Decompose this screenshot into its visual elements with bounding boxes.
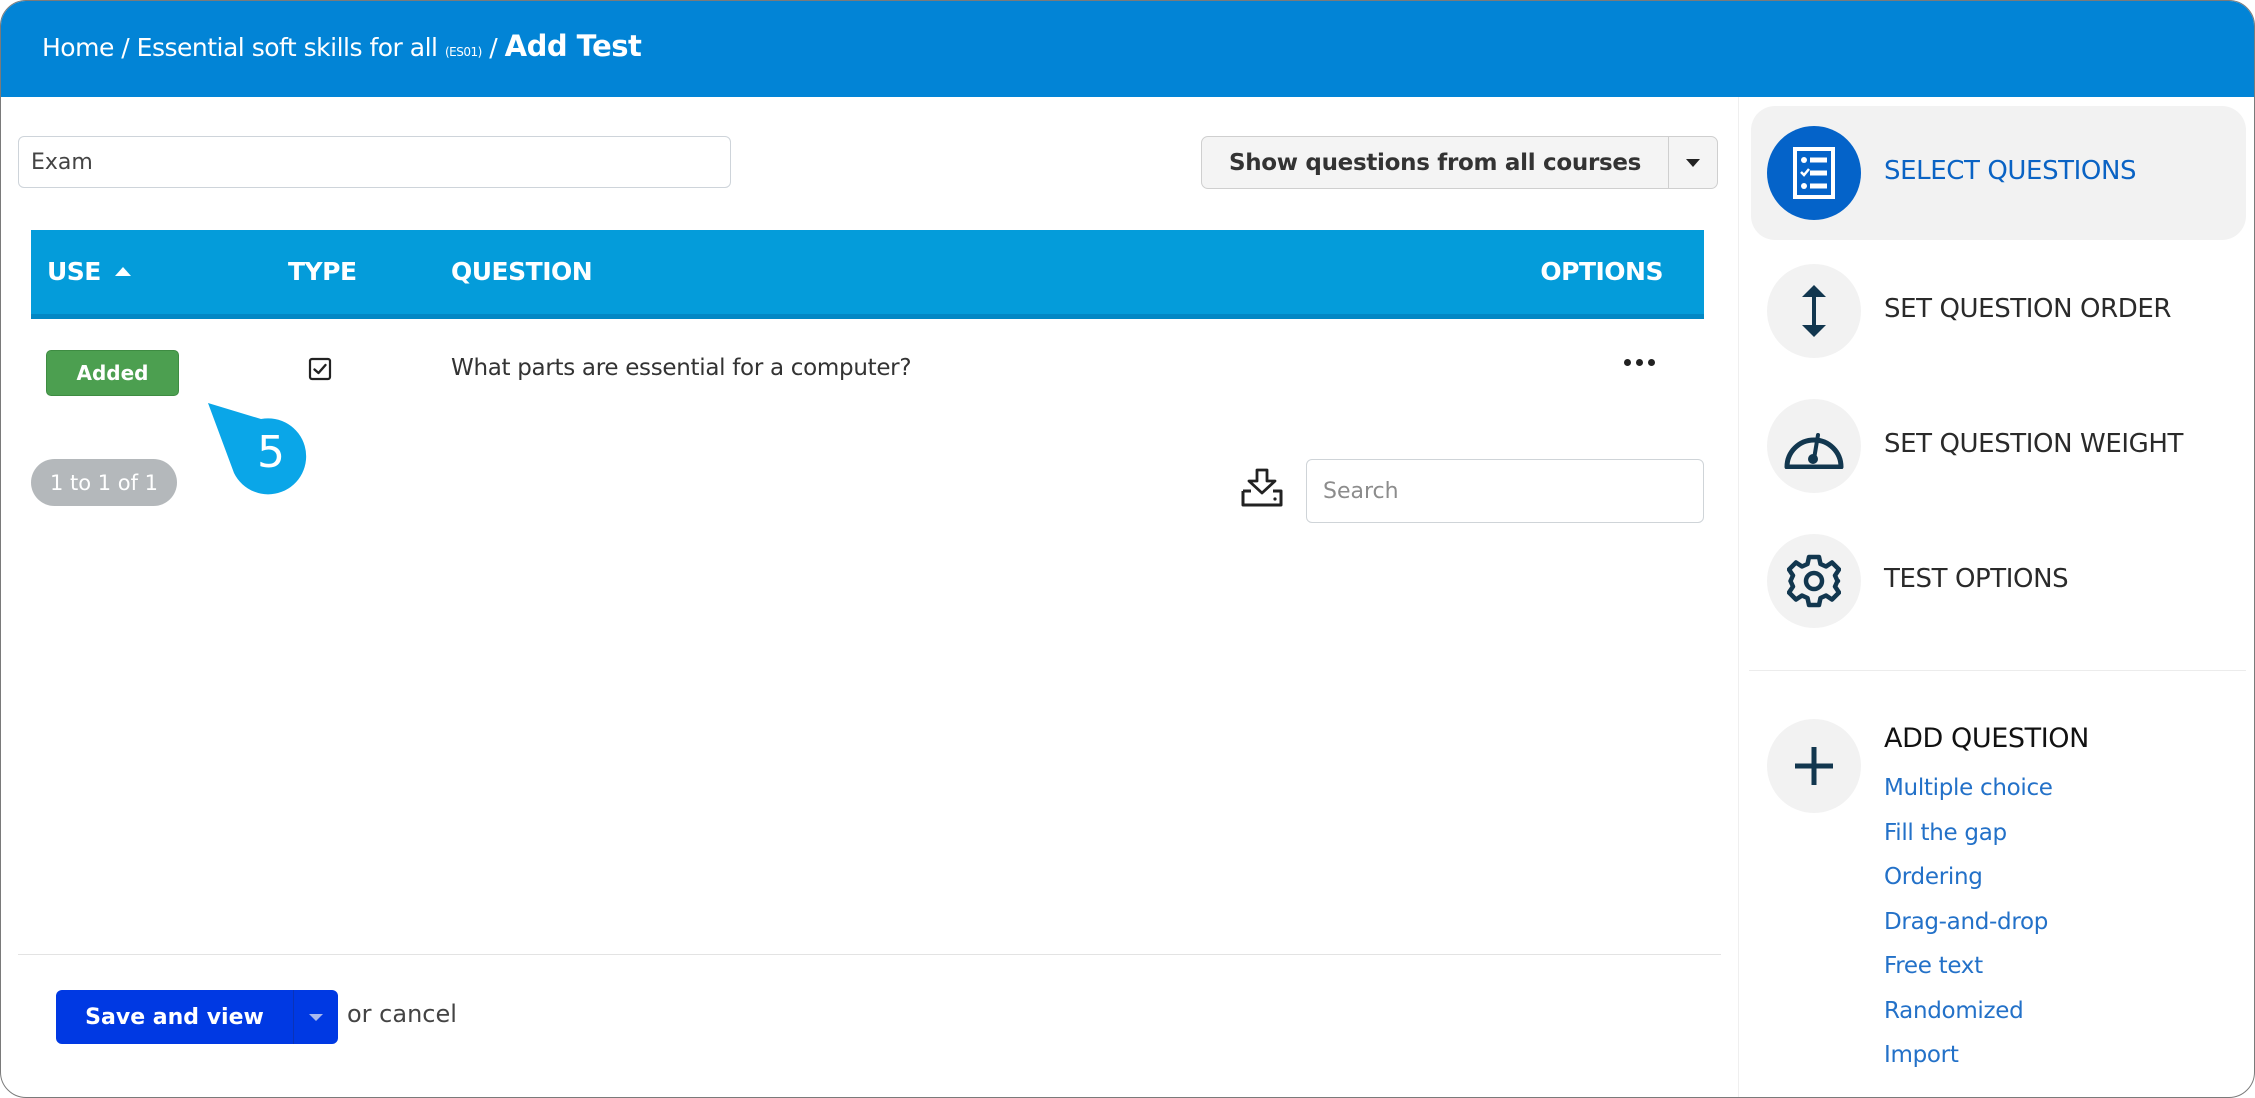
gear-icon bbox=[1767, 534, 1861, 628]
question-text[interactable]: What parts are essential for a computer? bbox=[451, 355, 912, 381]
course-filter-button[interactable]: Show questions from all courses bbox=[1202, 137, 1668, 188]
page-title: Add Test bbox=[504, 29, 642, 63]
callout-number: 5 bbox=[257, 427, 285, 478]
breadcrumb-separator: / bbox=[121, 33, 130, 62]
add-drag-and-drop-link[interactable]: Drag-and-drop bbox=[1884, 905, 2053, 950]
step-select-questions[interactable]: SELECT QUESTIONS bbox=[1751, 106, 2246, 240]
use-toggle-button[interactable]: Added bbox=[46, 350, 179, 396]
breadcrumb-home[interactable]: Home bbox=[42, 33, 114, 62]
step-label: SELECT QUESTIONS bbox=[1884, 156, 2137, 186]
footer-divider bbox=[18, 954, 1721, 955]
vertical-arrows-icon bbox=[1767, 264, 1861, 358]
course-filter-dropdown[interactable]: Show questions from all courses bbox=[1201, 136, 1718, 189]
column-header-type[interactable]: TYPE bbox=[288, 257, 357, 286]
add-question-links: Multiple choice Fill the gap Ordering Dr… bbox=[1884, 771, 2053, 1083]
callout-marker: 5 bbox=[208, 403, 307, 495]
save-options-toggle[interactable] bbox=[293, 990, 338, 1044]
sidebar-separator bbox=[1749, 670, 2246, 671]
table-header: USE TYPE QUESTION OPTIONS bbox=[31, 230, 1704, 319]
add-ordering-link[interactable]: Ordering bbox=[1884, 860, 2053, 905]
add-multiple-choice-link[interactable]: Multiple choice bbox=[1884, 771, 2053, 816]
add-question-title: ADD QUESTION bbox=[1884, 723, 2089, 754]
breadcrumb-separator: / bbox=[489, 33, 498, 62]
column-header-options: OPTIONS bbox=[1540, 257, 1663, 286]
gauge-icon bbox=[1767, 399, 1861, 493]
step-label: SET QUESTION WEIGHT bbox=[1884, 429, 2184, 459]
step-label: TEST OPTIONS bbox=[1884, 564, 2069, 594]
column-header-question[interactable]: QUESTION bbox=[451, 257, 593, 286]
download-icon[interactable] bbox=[1239, 467, 1285, 509]
more-horizontal-icon[interactable] bbox=[1620, 355, 1659, 370]
course-filter-toggle[interactable] bbox=[1668, 137, 1717, 188]
step-label: SET QUESTION ORDER bbox=[1884, 294, 2172, 324]
breadcrumb-course-code: (ES01) bbox=[444, 45, 482, 59]
header-bar: Home / Essential soft skills for all (ES… bbox=[1, 1, 2254, 97]
step-set-question-weight[interactable]: SET QUESTION WEIGHT bbox=[1751, 379, 2246, 513]
column-header-use-label: USE bbox=[47, 257, 101, 286]
cancel-link[interactable]: or cancel bbox=[347, 1000, 457, 1028]
checkbox-checked-icon bbox=[308, 357, 332, 381]
caret-down-icon bbox=[309, 1013, 323, 1021]
sidebar-divider bbox=[1738, 97, 1739, 1097]
sort-ascending-icon bbox=[114, 267, 131, 276]
step-set-question-order[interactable]: SET QUESTION ORDER bbox=[1751, 244, 2246, 378]
column-header-use[interactable]: USE bbox=[47, 257, 131, 286]
save-and-view-button[interactable]: Save and view bbox=[56, 990, 293, 1044]
save-split-button[interactable]: Save and view bbox=[56, 990, 338, 1044]
caret-down-icon bbox=[1686, 158, 1700, 167]
test-name-input[interactable] bbox=[18, 136, 731, 188]
plus-icon bbox=[1767, 719, 1861, 813]
add-free-text-link[interactable]: Free text bbox=[1884, 949, 2053, 994]
app-window: Home / Essential soft skills for all (ES… bbox=[0, 0, 2255, 1098]
questions-table: USE TYPE QUESTION OPTIONS Added What par… bbox=[31, 230, 1704, 419]
import-questions-link[interactable]: Import bbox=[1884, 1038, 2053, 1083]
breadcrumb-course[interactable]: Essential soft skills for all (ES01) bbox=[136, 33, 483, 62]
add-fill-the-gap-link[interactable]: Fill the gap bbox=[1884, 816, 2053, 861]
search-input[interactable] bbox=[1306, 459, 1704, 523]
step-test-options[interactable]: TEST OPTIONS bbox=[1751, 514, 2246, 648]
checklist-icon bbox=[1767, 126, 1861, 220]
add-randomized-link[interactable]: Randomized bbox=[1884, 994, 2053, 1039]
pagination-badge: 1 to 1 of 1 bbox=[31, 459, 177, 506]
breadcrumb-course-name: Essential soft skills for all bbox=[136, 33, 438, 62]
breadcrumb: Home / Essential soft skills for all (ES… bbox=[42, 29, 642, 63]
